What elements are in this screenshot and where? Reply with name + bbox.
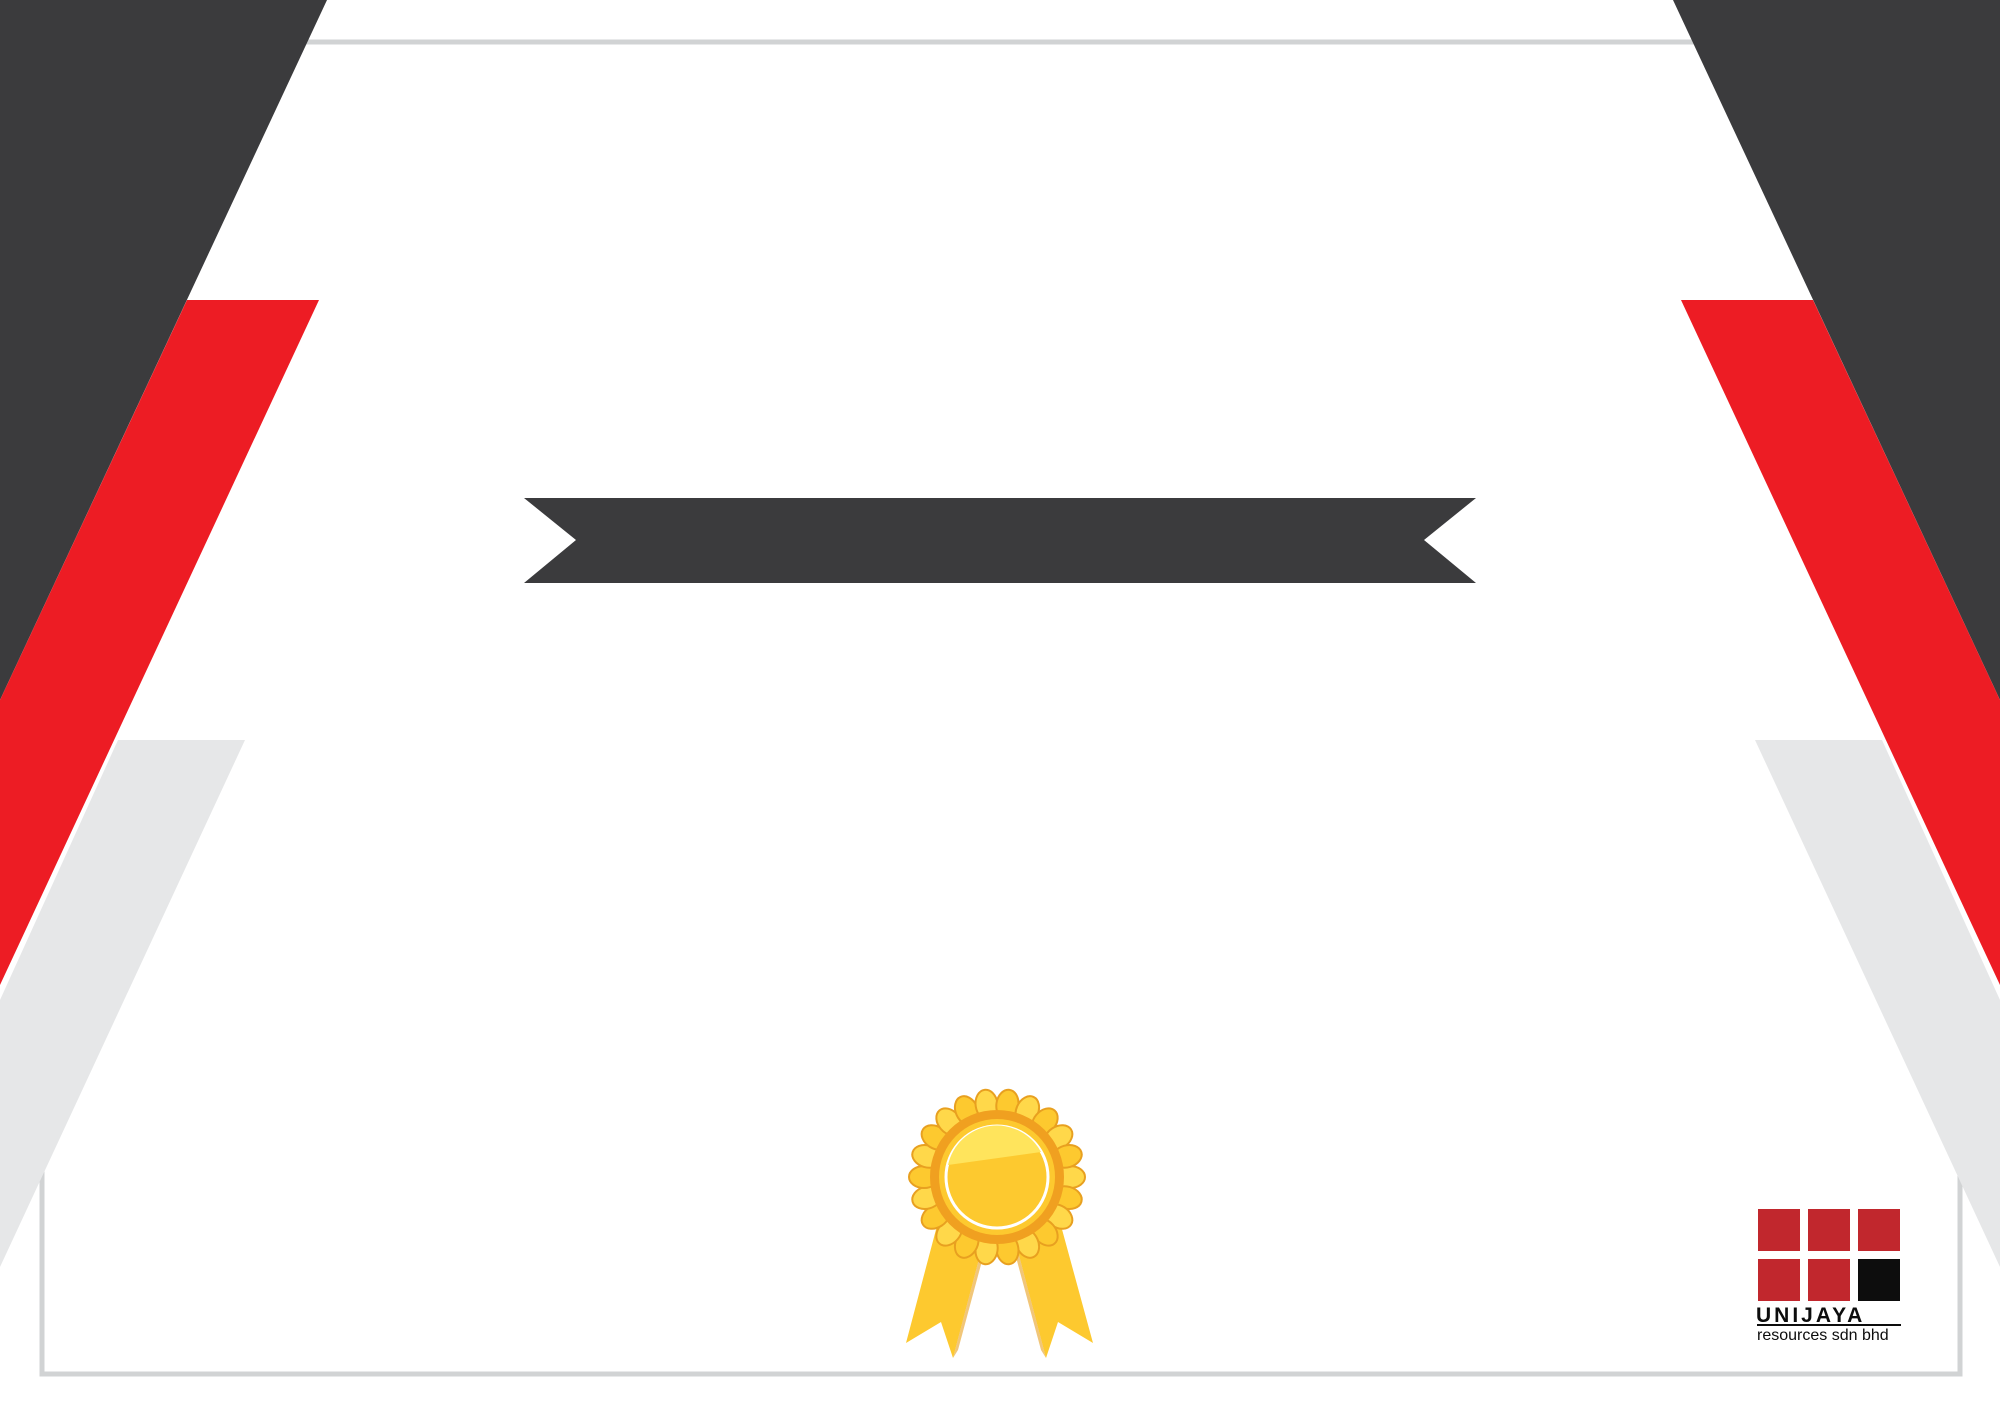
logo-wordmark: UNIJAYA [1756,1304,1865,1327]
certificate-page: UNIJAYA resources sdn bhd [0,0,2000,1414]
right-corner-decoration [1673,0,2000,1267]
certificate-artwork: UNIJAYA resources sdn bhd [0,0,2000,1377]
company-logo: UNIJAYA resources sdn bhd [1756,1209,1901,1344]
left-corner-decoration [0,0,327,1267]
logo-subtitle: resources sdn bhd [1757,1327,1889,1344]
rosette-ribbon-icon [906,1088,1093,1358]
title-banner [524,498,1476,583]
